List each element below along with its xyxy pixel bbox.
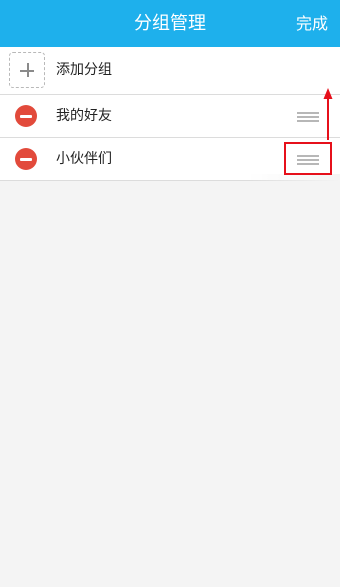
highlight-box <box>284 142 332 175</box>
done-button[interactable]: 完成 <box>296 0 328 47</box>
drag-handle-icon[interactable] <box>297 110 319 122</box>
title-bar: 分组管理 完成 <box>0 0 340 47</box>
page-title: 分组管理 <box>134 13 206 34</box>
add-group-label: 添加分组 <box>56 62 112 78</box>
minus-circle-icon[interactable] <box>15 148 37 170</box>
add-group-row[interactable]: 添加分组 <box>0 47 340 95</box>
up-arrow-icon <box>323 88 333 140</box>
list-edge-fade <box>248 174 340 182</box>
group-label: 我的好友 <box>56 108 112 124</box>
group-row-my-friends: 我的好友 <box>0 95 340 138</box>
group-label: 小伙伴们 <box>56 151 112 167</box>
minus-circle-icon[interactable] <box>15 105 37 127</box>
plus-icon[interactable] <box>9 52 45 88</box>
